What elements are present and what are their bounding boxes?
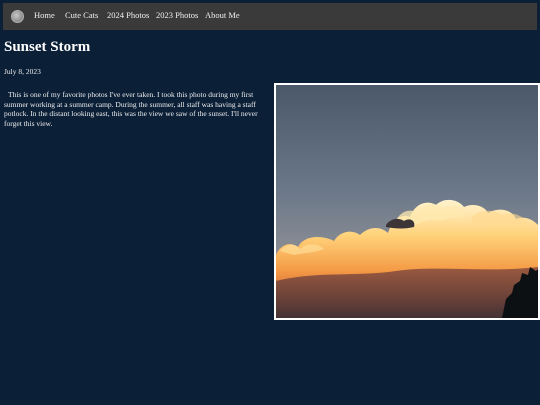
nav-2024-photos-link[interactable]: 2024 Photos <box>107 10 149 20</box>
post-date: July 8, 2023 <box>4 67 41 76</box>
page-title: Sunset Storm <box>4 39 91 55</box>
nav-2023-photos-link[interactable]: 2023 Photos <box>156 10 198 20</box>
top-navbar: Home Cute Cats 2024 Photos 2023 Photos A… <box>3 3 537 30</box>
nav-about-me-link[interactable]: About Me <box>205 10 240 20</box>
circle-logo-icon[interactable] <box>11 10 24 23</box>
sunset-clouds-image <box>276 85 538 318</box>
sunset-photo <box>274 83 540 320</box>
nav-home-link[interactable]: Home <box>34 10 55 20</box>
post-body-text: This is one of my favorite photos I've e… <box>4 90 258 128</box>
nav-cute-cats-link[interactable]: Cute Cats <box>65 10 98 20</box>
